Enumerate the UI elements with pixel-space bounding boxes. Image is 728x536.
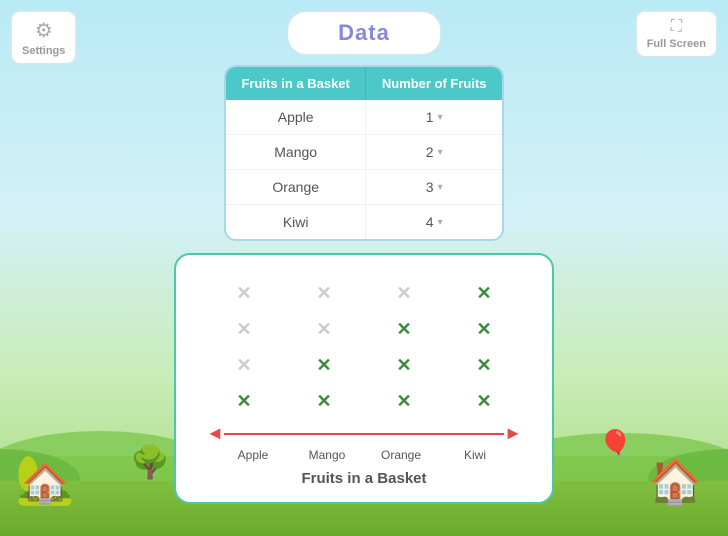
fruit-cell: Kiwi (226, 205, 366, 240)
dot-active: ✕ (284, 383, 364, 419)
dot-inactive: ✕ (284, 275, 364, 311)
col2-header: Number of Fruits (366, 67, 502, 100)
table-row: Kiwi 4 ▾ (226, 205, 502, 240)
dot-active: ✕ (444, 347, 524, 383)
dot-active: ✕ (444, 383, 524, 419)
chart-container: ✕✕✕✕✕✕✕✕✕✕✕✕✕✕✕✕ ◄ ► AppleMangoOrangeKiw… (174, 253, 554, 504)
dot-active: ✕ (364, 383, 444, 419)
fruit-cell: Apple (226, 100, 366, 135)
fullscreen-icon: ⛶ (671, 18, 682, 36)
dot-active: ✕ (284, 347, 364, 383)
fullscreen-button[interactable]: ⛶ Full Screen (635, 10, 718, 58)
arrow-left-icon: ◄ (206, 423, 224, 444)
data-table: Fruits in a Basket Number of Fruits Appl… (226, 67, 502, 239)
count-cell[interactable]: 1 ▾ (366, 100, 502, 135)
x-axis-label: Orange (371, 448, 431, 462)
chart-title: Fruits in a Basket (301, 470, 426, 487)
dropdown-arrow-icon[interactable]: ▾ (438, 112, 443, 123)
count-value: 2 (426, 144, 434, 160)
dot-active: ✕ (444, 311, 524, 347)
x-axis: ◄ ► Apple Mango Orange Kiwi (206, 423, 522, 462)
table-row: Apple 1 ▾ (226, 100, 502, 135)
col1-header: Fruits in a Basket (226, 67, 366, 100)
dot-row: ✕✕✕✕ (204, 347, 524, 383)
dot-active: ✕ (444, 275, 524, 311)
dropdown-arrow-icon[interactable]: ▾ (438, 182, 443, 193)
main-content: Fruits in a Basket Number of Fruits Appl… (114, 65, 614, 504)
fruit-cell: Orange (226, 170, 366, 205)
dot-row: ✕✕✕✕ (204, 383, 524, 419)
house-left: 🏡 (15, 451, 75, 508)
settings-label: Settings (22, 45, 65, 57)
dropdown-arrow-icon[interactable]: ▾ (438, 147, 443, 158)
dot-grid: ✕✕✕✕✕✕✕✕✕✕✕✕✕✕✕✕ (204, 275, 524, 419)
dot-inactive: ✕ (204, 347, 284, 383)
table-row: Mango 2 ▾ (226, 135, 502, 170)
dot-inactive: ✕ (204, 311, 284, 347)
dot-inactive: ✕ (364, 275, 444, 311)
dot-row: ✕✕✕✕ (204, 311, 524, 347)
arrow-right-icon: ► (504, 423, 522, 444)
dot-chart: ✕✕✕✕✕✕✕✕✕✕✕✕✕✕✕✕ ◄ ► AppleMangoOrangeKiw… (206, 275, 522, 487)
house-right: 🏠 (648, 456, 703, 508)
settings-button[interactable]: ⚙ Settings (10, 10, 77, 65)
x-axis-label: Mango (297, 448, 357, 462)
count-cell[interactable]: 2 ▾ (366, 135, 502, 170)
count-cell[interactable]: 3 ▾ (366, 170, 502, 205)
page-title-bar: Data (286, 10, 442, 56)
x-axis-label: Apple (223, 448, 283, 462)
dot-inactive: ✕ (284, 311, 364, 347)
dot-active: ✕ (364, 311, 444, 347)
count-value: 1 (426, 109, 434, 125)
table-row: Orange 3 ▾ (226, 170, 502, 205)
dot-active: ✕ (204, 383, 284, 419)
count-cell[interactable]: 4 ▾ (366, 205, 502, 240)
dot-active: ✕ (364, 347, 444, 383)
page-title: Data (286, 10, 442, 56)
dot-row: ✕✕✕✕ (204, 275, 524, 311)
gear-icon: ⚙ (35, 18, 53, 43)
dot-inactive: ✕ (204, 275, 284, 311)
dropdown-arrow-icon[interactable]: ▾ (438, 217, 443, 228)
x-axis-label: Kiwi (445, 448, 505, 462)
x-labels: Apple Mango Orange Kiwi (206, 448, 522, 462)
count-value: 4 (426, 214, 434, 230)
fullscreen-label: Full Screen (647, 38, 706, 50)
fruit-cell: Mango (226, 135, 366, 170)
count-value: 3 (426, 179, 434, 195)
data-table-container: Fruits in a Basket Number of Fruits Appl… (224, 65, 504, 241)
